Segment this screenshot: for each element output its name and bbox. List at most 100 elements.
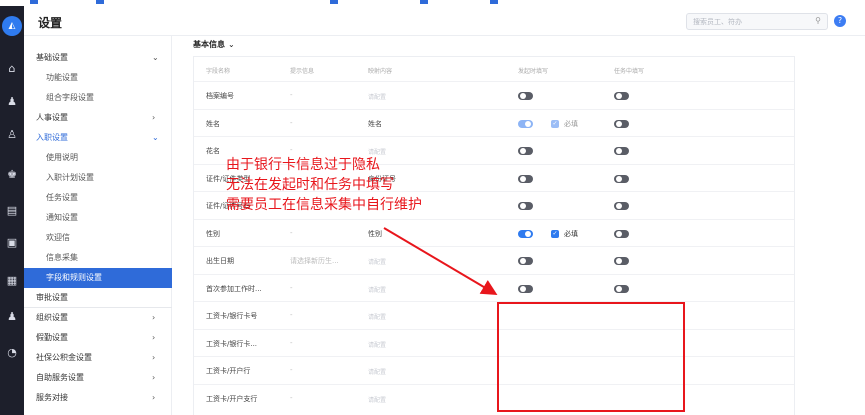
logo-icon[interactable]: ◭ — [2, 16, 22, 36]
fill-on-start-toggle[interactable] — [518, 174, 533, 183]
field-name: 出生日期 — [206, 257, 234, 265]
fill-on-start-toggle[interactable] — [518, 202, 533, 210]
sidebar-item[interactable]: 入职设置 ⌄ — [24, 128, 172, 148]
sidebar-item[interactable]: 人事设置 › — [24, 108, 172, 128]
org-icon[interactable]: ♙ — [4, 128, 20, 142]
fill-on-start-toggle[interactable] — [518, 229, 533, 238]
sidebar-item-label: 任务设置 — [46, 193, 78, 202]
fill-on-start-toggle[interactable] — [518, 119, 533, 128]
sidebar-item-label: 入职设置 — [36, 133, 68, 142]
field-hint: - — [290, 228, 293, 237]
sidebar-item[interactable]: 审批设置 — [24, 288, 172, 308]
fill-in-task-toggle[interactable] — [614, 257, 629, 265]
fill-on-start-toggle[interactable] — [518, 284, 533, 293]
field-hint: - — [290, 283, 293, 292]
ticket-icon[interactable]: ▣ — [4, 236, 20, 250]
sidebar-item[interactable]: 功能设置 — [24, 68, 172, 88]
sidebar-item[interactable]: 组合字段设置 — [24, 88, 172, 108]
search-input[interactable]: 搜索员工、符办 ⚲ — [686, 13, 828, 30]
field-mapping[interactable]: 请配置 — [368, 312, 386, 321]
sidebar-item-label: 功能设置 — [46, 73, 78, 82]
field-name: 工资卡/银行卡号 — [206, 312, 258, 320]
sidebar-item-label: 信息采集 — [46, 253, 78, 262]
field-mapping[interactable]: 请配置 — [368, 367, 386, 376]
chevron-right-icon[interactable]: › — [152, 388, 155, 408]
section-title-label: 基本信息 — [193, 40, 225, 49]
sidebar-item[interactable]: 假勤设置 › — [24, 328, 172, 348]
sidebar-item-label: 假勤设置 — [36, 333, 68, 342]
highlight-box — [497, 302, 685, 412]
chevron-down-icon[interactable]: ⌄ — [152, 128, 159, 148]
user-card-icon[interactable]: ♚ — [4, 168, 20, 182]
required-checkbox[interactable]: ✓ — [551, 229, 559, 238]
field-hint: - — [290, 393, 293, 402]
chevron-right-icon[interactable]: › — [152, 328, 155, 348]
required-checkbox[interactable]: ✓ — [551, 119, 559, 128]
field-mapping: 姓名 — [368, 119, 382, 128]
header-fill-on-start: 发起时填写 — [518, 68, 549, 75]
fill-in-task-toggle[interactable] — [614, 147, 629, 155]
fill-on-start-toggle[interactable] — [518, 257, 533, 265]
table-row: 档案编号 - 请配置 — [194, 81, 794, 109]
fill-in-task-toggle[interactable] — [614, 92, 629, 100]
table-header: 字段名称 提示信息 映射内容 发起时填写 任务中填写 — [194, 57, 794, 81]
sidebar-item[interactable]: 字段和规则设置 — [24, 268, 172, 288]
fill-in-task-toggle[interactable] — [614, 119, 629, 128]
sidebar-item[interactable]: 社保公积金设置 › — [24, 348, 172, 368]
fill-in-task-toggle[interactable] — [614, 174, 629, 183]
header-hint: 提示信息 — [290, 68, 315, 75]
sidebar-item[interactable]: 信息采集 — [24, 248, 172, 268]
fields-table: 字段名称 提示信息 映射内容 发起时填写 任务中填写 档案编号 - 请配置姓名 - 姓名… — [193, 56, 795, 415]
field-mapping[interactable]: 请配置 — [368, 285, 386, 294]
field-name: 姓名 — [206, 119, 220, 128]
fill-in-task-toggle[interactable] — [614, 229, 629, 238]
sidebar-item-label: 人事设置 — [36, 113, 68, 122]
field-mapping[interactable]: 请配置 — [368, 257, 386, 266]
sidebar-item[interactable]: 使用说明 — [24, 148, 172, 168]
search-placeholder: 搜索员工、符办 — [693, 18, 742, 26]
fill-on-start-toggle[interactable] — [518, 92, 533, 100]
sidebar-item[interactable]: 欢迎信 — [24, 228, 172, 248]
sidebar-item[interactable]: 入职计划设置 — [24, 168, 172, 188]
sidebar-item[interactable]: 自助服务设置 › — [24, 368, 172, 388]
chevron-right-icon[interactable]: › — [152, 368, 155, 388]
home-icon[interactable]: ⌂ — [4, 62, 20, 76]
table-row: 工资卡/银行卡... - 请配置 — [194, 328, 794, 357]
chevron-right-icon[interactable]: › — [152, 348, 155, 368]
sidebar-item-label: 组合字段设置 — [46, 93, 94, 102]
field-name: 工资卡/开户支行 — [206, 394, 258, 403]
sidebar-item[interactable]: 组织设置 › — [24, 308, 172, 328]
sidebar-item-label: 使用说明 — [46, 153, 78, 162]
report-icon[interactable]: ▦ — [4, 274, 20, 288]
field-hint: - — [290, 146, 293, 154]
calendar-icon[interactable]: ▤ — [4, 204, 20, 218]
sidebar-item[interactable]: 基础设置 ⌄ — [24, 48, 172, 68]
sidebar-item-label: 入职计划设置 — [46, 173, 94, 182]
chevron-down-icon[interactable]: ⌄ — [228, 40, 235, 49]
person-icon[interactable]: ♟ — [4, 310, 20, 324]
field-mapping[interactable]: 请配置 — [368, 340, 386, 349]
field-hint: - — [290, 311, 293, 319]
field-mapping[interactable]: 请配置 — [368, 92, 386, 101]
sidebar-item[interactable]: 任务设置 — [24, 188, 172, 208]
required-label: 必填 — [564, 229, 578, 238]
sidebar-item-label: 字段和规则设置 — [46, 273, 102, 282]
field-name: 工资卡/银行卡... — [206, 339, 258, 348]
fill-on-start-toggle[interactable] — [518, 147, 533, 155]
section-title[interactable]: 基本信息 ⌄ — [193, 39, 235, 50]
chevron-right-icon[interactable]: › — [152, 308, 155, 328]
chevron-down-icon[interactable]: ⌄ — [152, 48, 159, 68]
field-name: 首次参加工作时... — [206, 284, 262, 293]
sidebar-item[interactable]: 服务对接 › — [24, 388, 172, 408]
sidebar-item[interactable]: 通知设置 — [24, 208, 172, 228]
chevron-right-icon[interactable]: › — [152, 108, 155, 128]
field-mapping[interactable]: 请配置 — [368, 395, 386, 404]
sidebar-item-label: 组织设置 — [36, 313, 68, 322]
table-row: 出生日期 请选择新历生... 请配置 — [194, 246, 794, 274]
help-icon[interactable]: ? — [834, 15, 846, 27]
fill-in-task-toggle[interactable] — [614, 284, 629, 293]
people-icon[interactable]: ♟ — [4, 95, 20, 109]
search-icon[interactable]: ⚲ — [815, 16, 821, 25]
fill-in-task-toggle[interactable] — [614, 202, 629, 210]
clock-icon[interactable]: ◔ — [4, 346, 20, 360]
